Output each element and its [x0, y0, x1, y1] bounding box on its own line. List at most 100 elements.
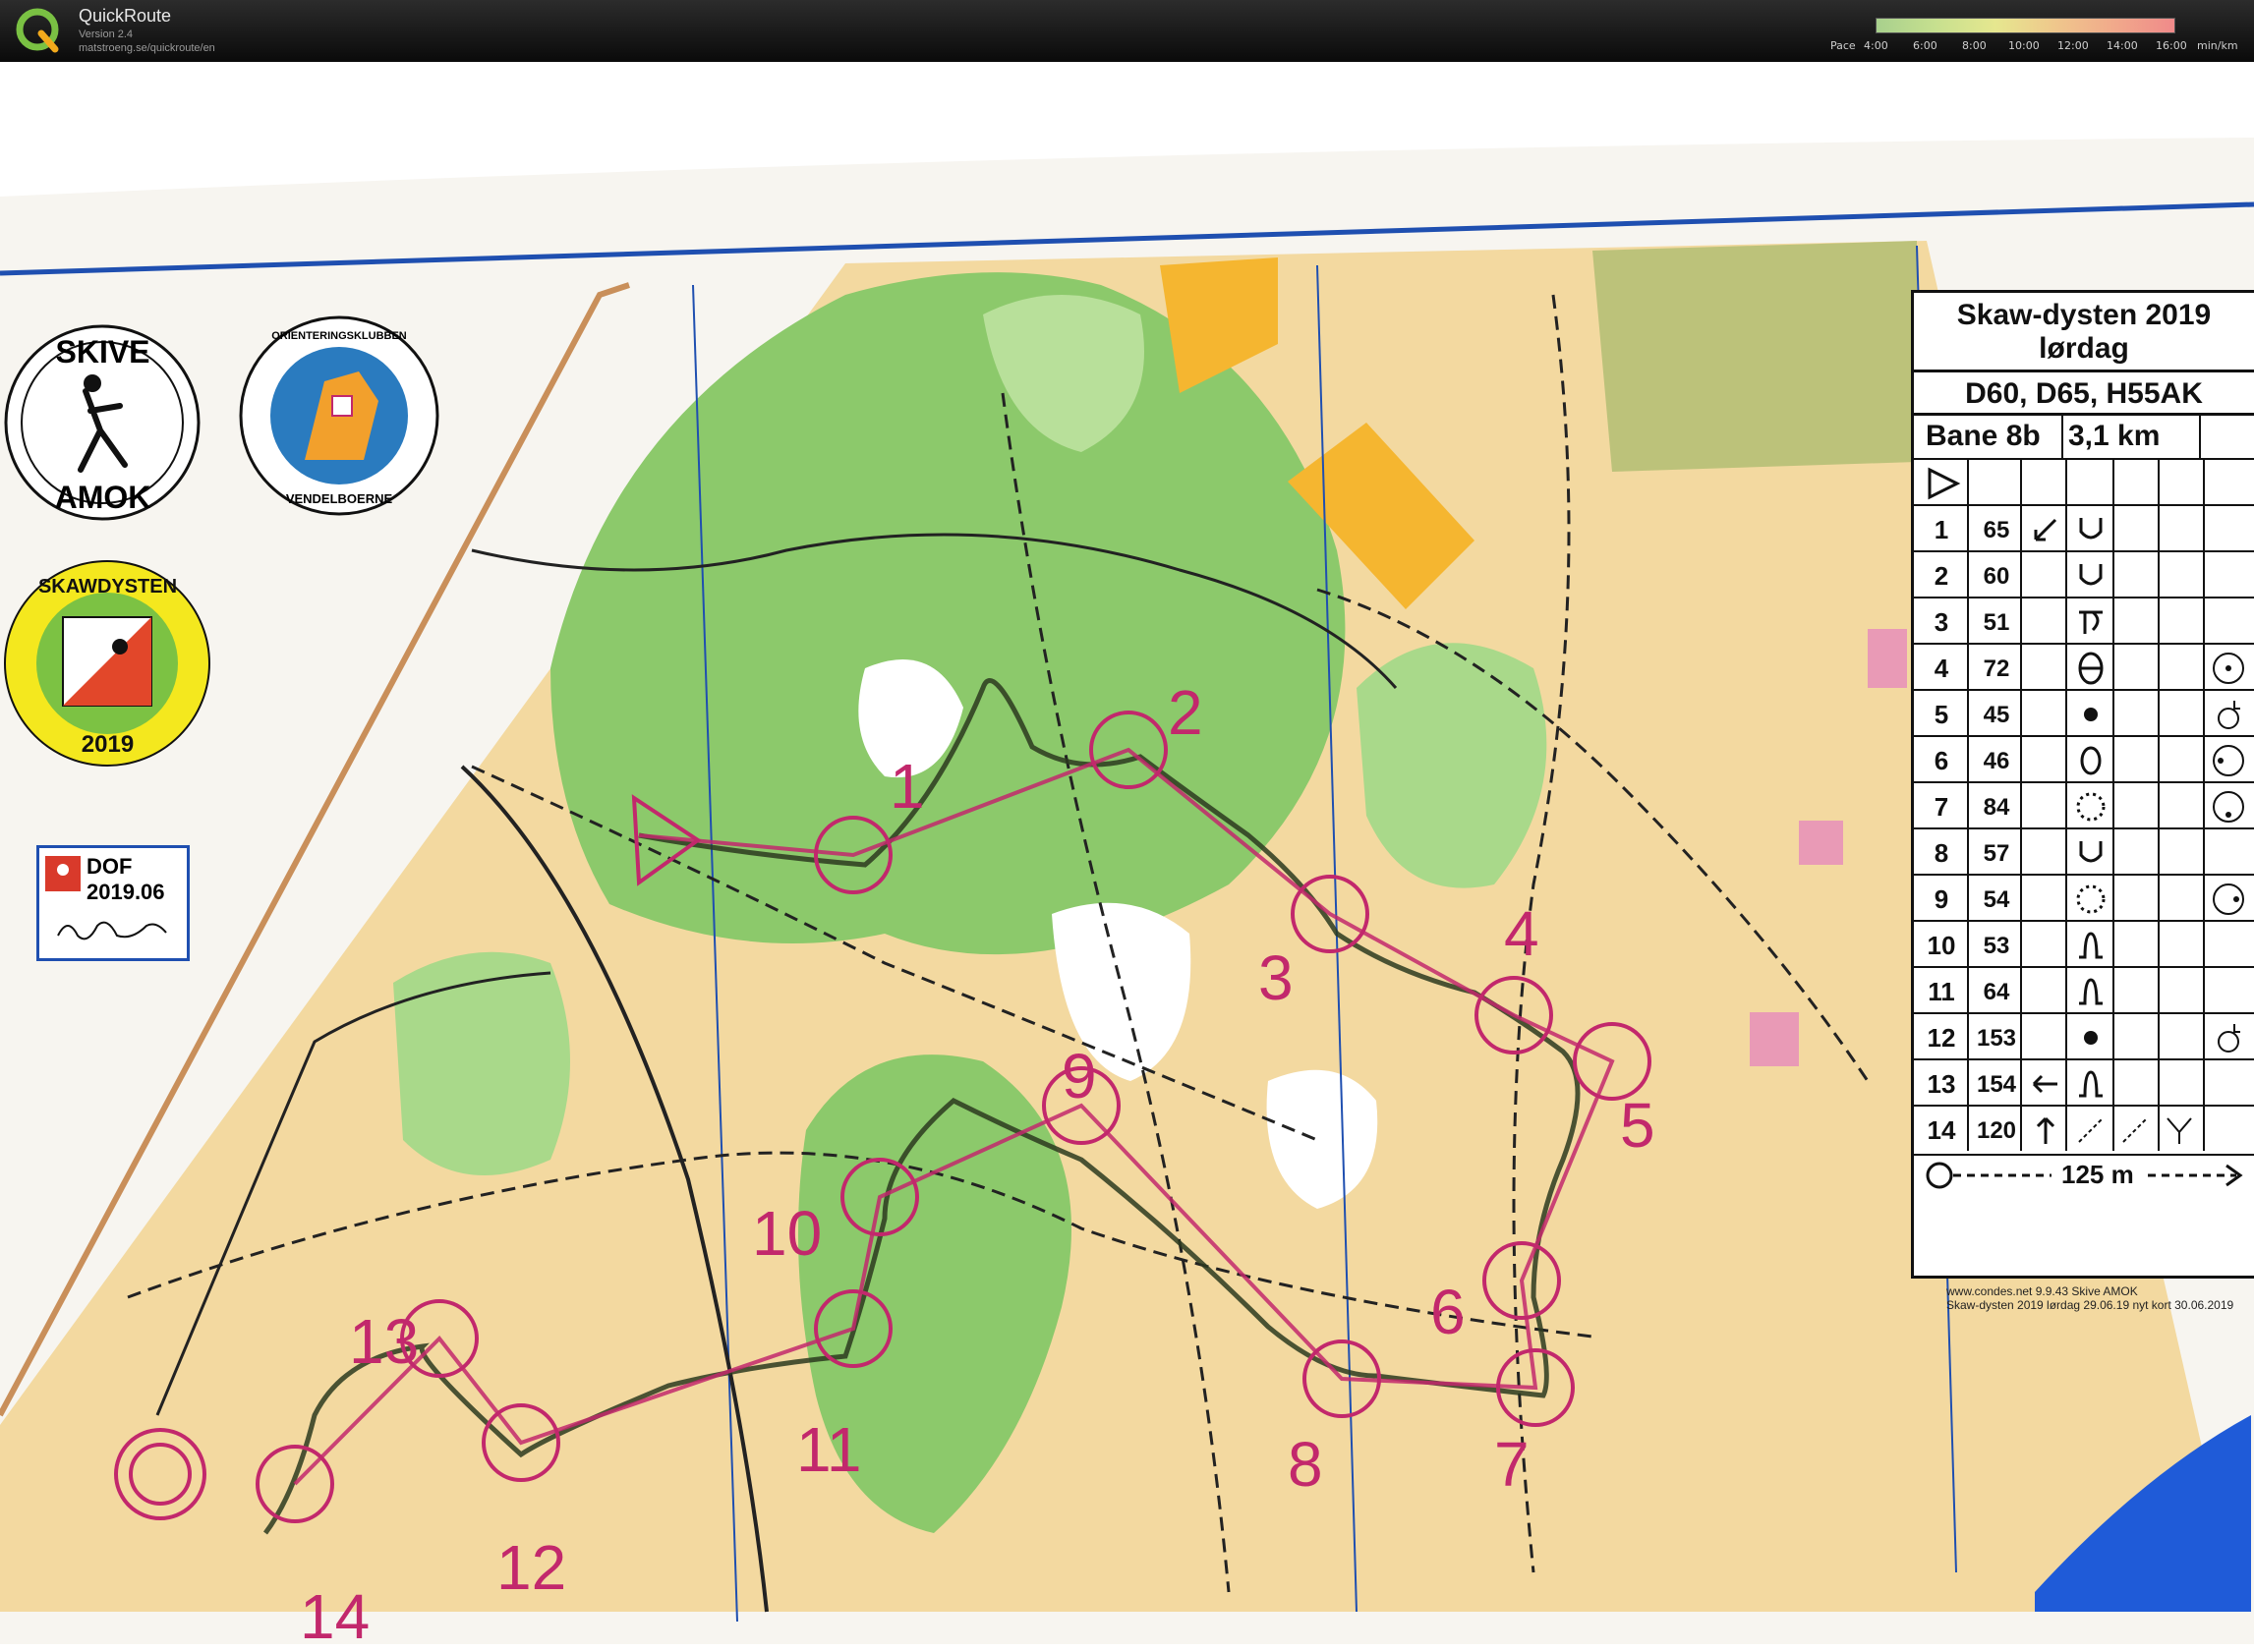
saddle-icon — [2078, 652, 2104, 685]
card-title: Skaw-dysten 2019 — [1956, 299, 2212, 331]
map-control-number: 9 — [1062, 1041, 1097, 1111]
pace-tick: 10:00 — [2008, 39, 2040, 52]
control-number: 3 — [1934, 607, 1949, 637]
pace-label: Pace — [1830, 39, 1856, 52]
finish-distance: 125 m — [2061, 1160, 2134, 1189]
skawdysten-logo-top-text: SKAWDYSTEN — [37, 576, 178, 598]
north-arrow-icon — [2036, 1116, 2055, 1144]
card-header-row: Bane 8b 3,1 km — [1914, 413, 2254, 459]
control-number: 5 — [1934, 700, 1949, 729]
finish-circle-dash-icon — [1926, 1162, 2052, 1189]
finish-arrow-icon — [2148, 1164, 2243, 1187]
map-control-number: 12 — [496, 1532, 567, 1603]
foot-icon — [2218, 701, 2240, 729]
control-code: 57 — [1983, 840, 2010, 867]
slash-icon — [2078, 1117, 2104, 1143]
control-number: 10 — [1927, 931, 1956, 960]
map-control-number: 4 — [1504, 898, 1539, 969]
foot-icon — [2218, 1024, 2240, 1053]
map-control-number: 3 — [1258, 942, 1294, 1013]
control-code: 120 — [1976, 1117, 2017, 1144]
gully-end-icon — [2079, 978, 2103, 1005]
control-number: 13 — [1927, 1069, 1956, 1099]
control-code: 153 — [1976, 1025, 2017, 1052]
gully-end-icon — [2079, 932, 2103, 959]
dof-text: DOF — [87, 854, 133, 879]
pace-tick: 16:00 — [2156, 39, 2187, 52]
card-classes: D60, D65, H55AK — [1914, 370, 2254, 416]
vendelboerne-logo-top-text: ORIENTERINGSKLUBBEN — [271, 330, 407, 342]
vendelboerne-emblem-icon — [239, 315, 439, 516]
dof-approval-stamp: DOF 2019.06 — [36, 845, 190, 961]
vendelboerne-logo: ORIENTERINGSKLUBBEN VENDELBOERNE — [236, 313, 442, 519]
map-control-number: 7 — [1494, 1429, 1530, 1500]
slash-icon — [2122, 1117, 2148, 1143]
depression-dot-icon — [2084, 1031, 2098, 1045]
pace-color-bar — [1876, 18, 2175, 33]
control-code: 54 — [1983, 886, 2010, 913]
start-triangle-icon — [1928, 467, 1961, 500]
control-number: 2 — [1934, 561, 1949, 591]
skawdysten-logo: SKAWDYSTEN 2019 — [2, 558, 213, 769]
control-number: 6 — [1934, 746, 1949, 775]
control-number: 1 — [1934, 515, 1949, 544]
title-bar: QuickRoute Version 2.4 matstroeng.se/qui… — [0, 0, 2254, 62]
control-code: 65 — [1983, 517, 2010, 543]
map-footer-text: www.condes.net 9.9.43 Skive AMOK Skaw-dy… — [1946, 1284, 2233, 1312]
control-code: 72 — [1983, 655, 2010, 682]
map-control-number: 10 — [752, 1198, 823, 1269]
pace-unit: min/km — [2197, 39, 2238, 52]
app-version: Version 2.4 — [79, 28, 134, 40]
map-control-number: 2 — [1168, 677, 1203, 748]
map-control-number: 1 — [890, 751, 925, 822]
fork-icon — [2167, 1117, 2192, 1144]
app-url[interactable]: matstroeng.se/quickroute/en — [79, 42, 215, 54]
map-control-number: 14 — [300, 1581, 371, 1652]
vendelboerne-logo-bottom-text: VENDELBOERNE — [285, 491, 393, 506]
dof-date: 2019.06 — [87, 880, 165, 904]
map-control-number: 13 — [349, 1306, 420, 1377]
control-description-card: Skaw-dysten 2019 lørdag D60, D65, H55AK … — [1911, 290, 2254, 1279]
pace-tick: 4:00 — [1864, 39, 1888, 52]
control-code: 45 — [1983, 702, 2010, 728]
side-icon — [2213, 791, 2244, 823]
small-knoll-icon — [2076, 884, 2106, 914]
control-code: 53 — [1983, 933, 2010, 959]
control-code: 46 — [1983, 748, 2010, 774]
spur-icon — [2079, 610, 2103, 634]
between-icon — [2213, 653, 2244, 684]
re-entrant-icon — [2079, 841, 2103, 863]
control-number: 9 — [1934, 884, 1949, 914]
footer-line: Skaw-dysten 2019 lørdag 29.06.19 nyt kor… — [1946, 1298, 2234, 1312]
pace-tick: 14:00 — [2107, 39, 2138, 52]
side-icon — [2213, 883, 2244, 915]
card-subtitle: lørdag — [2039, 332, 2129, 365]
card-distance: 3,1 km — [2068, 420, 2161, 452]
pace-tick: 8:00 — [1962, 39, 1987, 52]
knoll-icon — [2080, 746, 2102, 775]
control-code: 60 — [1983, 563, 2010, 590]
control-number: 14 — [1927, 1115, 1956, 1145]
re-entrant-icon — [2079, 518, 2103, 540]
northeast-part-icon — [2034, 518, 2057, 541]
side-icon — [2213, 745, 2244, 776]
control-number: 12 — [1927, 1023, 1956, 1053]
app-name: QuickRoute — [79, 6, 172, 26]
skive-logo-top-text: SKIVE — [55, 334, 150, 370]
card-finish-row: 125 m — [1914, 1154, 2254, 1195]
depression-dot-icon — [2084, 708, 2098, 721]
pace-tick: 6:00 — [1913, 39, 1937, 52]
skawdysten-logo-year: 2019 — [81, 731, 135, 758]
control-number: 11 — [1928, 977, 1955, 1006]
small-knoll-icon — [2076, 792, 2106, 822]
quickroute-logo-icon — [16, 8, 59, 53]
map-control-number: 8 — [1288, 1429, 1323, 1500]
map-control-number: 6 — [1430, 1277, 1466, 1347]
skive-amok-logo: SKIVE AMOK — [2, 322, 203, 524]
pace-tick: 12:00 — [2057, 39, 2089, 52]
signature-icon — [57, 921, 167, 940]
control-code: 64 — [1983, 979, 2010, 1005]
map-view[interactable]: 1 2 3 4 5 6 7 8 9 10 11 12 13 14 SKIVE A… — [0, 62, 2254, 1648]
control-number: 7 — [1934, 792, 1949, 822]
control-number: 4 — [1934, 654, 1949, 683]
